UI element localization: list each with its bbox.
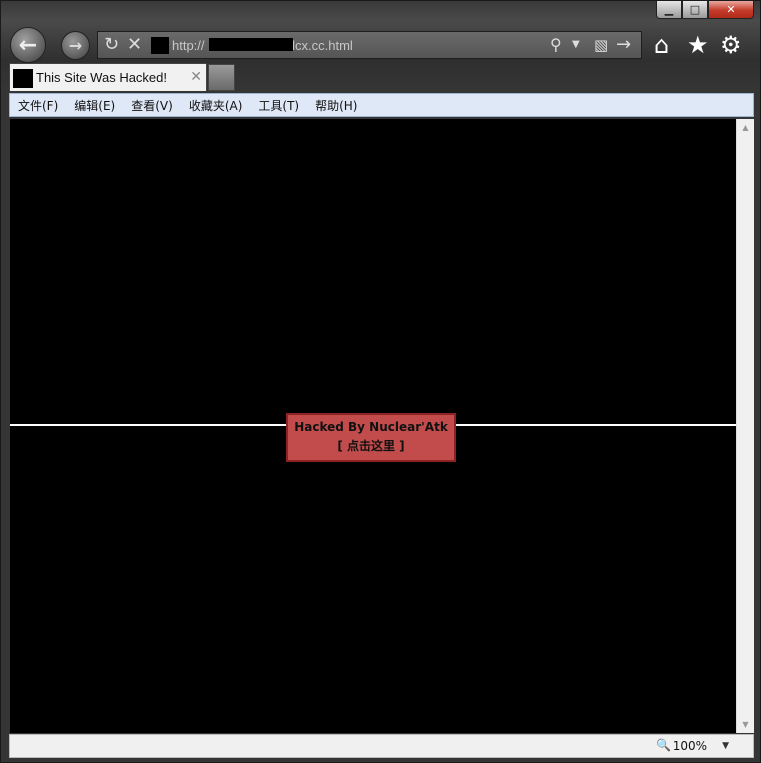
- vertical-scrollbar[interactable]: ▲ ▼: [736, 119, 754, 733]
- menu-file[interactable]: 文件(F): [10, 97, 66, 114]
- address-bar[interactable]: ↻ ✕ http:// /lcx.cc.html ⚲ ▼ ▧ →: [97, 31, 642, 59]
- chevron-down-icon[interactable]: ▼: [572, 35, 580, 55]
- close-window-button[interactable]: ✕: [708, 1, 754, 19]
- menu-help[interactable]: 帮助(H): [307, 97, 365, 114]
- compatibility-view-icon[interactable]: ▧: [594, 35, 608, 55]
- forward-arrow-icon: →: [68, 36, 83, 55]
- star-icon[interactable]: ★: [687, 31, 709, 59]
- maximize-button[interactable]: □: [682, 1, 708, 19]
- close-tab-icon[interactable]: ✕: [190, 69, 202, 85]
- search-icon[interactable]: ⚲: [550, 35, 562, 55]
- page-content: Hacked By Nuclear'Atk [ 点击这里 ]: [10, 119, 736, 733]
- back-button[interactable]: ←: [10, 27, 46, 63]
- menu-edit[interactable]: 编辑(E): [66, 97, 123, 114]
- refresh-icon[interactable]: ↻: [104, 35, 119, 55]
- hacked-by-text: Hacked By Nuclear'Atk: [294, 420, 448, 434]
- tab-title: This Site Was Hacked!: [36, 70, 168, 85]
- gear-icon[interactable]: ⚙: [720, 31, 742, 59]
- tab-active[interactable]: This Site Was Hacked! ✕: [9, 63, 207, 91]
- zoom-icon[interactable]: 🔍: [656, 738, 671, 752]
- zoom-level[interactable]: 100%: [673, 739, 707, 753]
- back-arrow-icon: ←: [18, 32, 38, 58]
- home-icon[interactable]: ⌂: [654, 31, 669, 59]
- window-caption-buttons: ▁ □ ✕: [656, 1, 754, 21]
- menu-view[interactable]: 查看(V): [123, 97, 181, 114]
- status-bar: 🔍 100% ▼: [9, 734, 754, 758]
- tab-favicon: [13, 69, 33, 88]
- scroll-down-icon[interactable]: ▼: [737, 720, 754, 729]
- menu-bar: 文件(F) 编辑(E) 查看(V) 收藏夹(A) 工具(T) 帮助(H): [9, 93, 754, 117]
- scroll-up-icon[interactable]: ▲: [737, 123, 754, 132]
- menu-tools[interactable]: 工具(T): [250, 97, 307, 114]
- hacked-message-box: Hacked By Nuclear'Atk [ 点击这里 ]: [286, 413, 456, 462]
- click-here-link[interactable]: [ 点击这里 ]: [288, 437, 454, 454]
- url-prefix: http://: [172, 38, 205, 53]
- minimize-button[interactable]: ▁: [656, 1, 682, 19]
- zoom-dropdown-icon[interactable]: ▼: [722, 741, 729, 751]
- browser-window: ▁ □ ✕ ← → ↻ ✕ http:// /lcx.cc.html ⚲ ▼ ▧ …: [0, 0, 761, 763]
- forward-button[interactable]: →: [61, 31, 90, 60]
- go-arrow-icon[interactable]: →: [616, 35, 631, 55]
- url-suffix: /lcx.cc.html: [288, 38, 353, 53]
- new-tab-button[interactable]: [208, 64, 235, 91]
- menu-favorites[interactable]: 收藏夹(A): [181, 97, 251, 114]
- redacted-domain: [209, 38, 293, 51]
- site-favicon: [151, 37, 169, 54]
- stop-icon[interactable]: ✕: [127, 35, 142, 55]
